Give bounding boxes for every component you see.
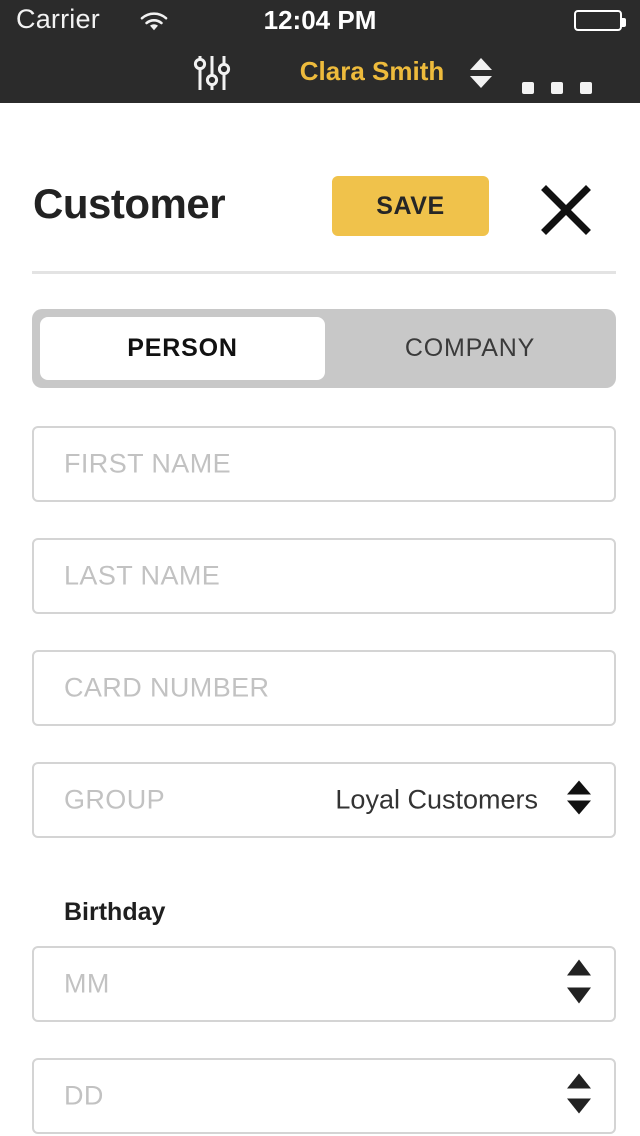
nav-user-name[interactable]: Clara Smith [292, 56, 452, 87]
more-dot [580, 82, 592, 94]
birthday-day-placeholder: DD [64, 1080, 104, 1111]
birthday-month-stepper-icon[interactable] [564, 958, 594, 1011]
last-name-placeholder: LAST NAME [64, 560, 221, 591]
battery-full-icon [574, 10, 626, 31]
birthday-month-field[interactable]: MM [32, 946, 616, 1022]
tab-company[interactable]: COMPANY [324, 309, 616, 388]
group-select-field[interactable]: GROUP Loyal Customers [32, 762, 616, 838]
status-bar: Carrier 12:04 PM [0, 0, 640, 40]
birthday-day-field[interactable]: DD [32, 1058, 616, 1134]
last-name-field[interactable]: LAST NAME [32, 538, 616, 614]
birthday-month-placeholder: MM [64, 968, 110, 999]
birthday-section-label: Birthday [64, 898, 166, 926]
birthday-day-stepper-icon[interactable] [564, 1072, 594, 1121]
stepper-up-down-icon[interactable] [466, 57, 496, 89]
more-dot [522, 82, 534, 94]
header-divider [32, 271, 616, 274]
group-stepper-icon[interactable] [564, 778, 594, 823]
first-name-field[interactable]: FIRST NAME [32, 426, 616, 502]
page-title: Customer [33, 180, 226, 227]
close-x-icon[interactable] [540, 184, 592, 236]
card-number-field[interactable]: CARD NUMBER [32, 650, 616, 726]
clock-label: 12:04 PM [263, 5, 377, 35]
group-placeholder: GROUP [64, 784, 166, 815]
more-dot [551, 82, 563, 94]
save-button[interactable]: SAVE [332, 176, 489, 236]
customer-type-segmented-control: COMPANY PERSON [32, 309, 616, 388]
sliders-icon[interactable] [192, 54, 232, 92]
first-name-placeholder: FIRST NAME [64, 448, 232, 479]
card-number-placeholder: CARD NUMBER [64, 672, 270, 703]
group-value: Loyal Customers [335, 784, 538, 815]
tab-person[interactable]: PERSON [40, 317, 325, 380]
more-options-icon[interactable] [522, 82, 592, 94]
nav-bar: Clara Smith [0, 40, 640, 103]
